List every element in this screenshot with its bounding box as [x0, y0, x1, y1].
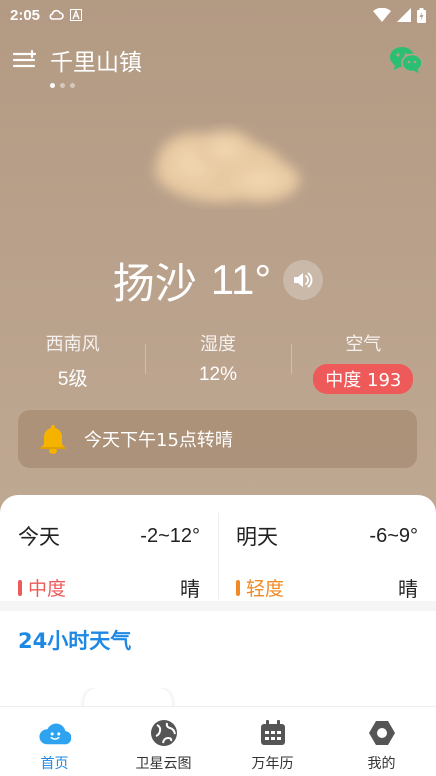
wind-stat: 西南风 5级 — [0, 330, 145, 394]
wechat-share-button[interactable] — [388, 42, 424, 78]
tab-label: 万年历 — [251, 756, 294, 772]
humidity-stat: 湿度 12% — [145, 330, 290, 394]
current-weather: 扬沙 11° — [0, 250, 436, 310]
air-quality-label: 空气 — [345, 334, 382, 355]
home-cloud-icon — [38, 717, 71, 749]
tab-label: 我的 — [367, 756, 396, 772]
status-bar: 2:05 — [0, 0, 436, 30]
now-hour-pill[interactable] — [84, 688, 172, 708]
voice-broadcast-button[interactable] — [283, 260, 324, 300]
day-name: 明天 — [236, 525, 278, 549]
globe-icon — [148, 717, 180, 749]
page-dot — [70, 83, 75, 88]
page-dot-active — [50, 83, 55, 88]
wechat-icon — [390, 47, 423, 73]
signal-icon — [397, 8, 411, 22]
humidity-value: 12% — [198, 364, 237, 385]
air-quality-level: 轻度 — [236, 574, 284, 601]
day-condition: 晴 — [398, 577, 418, 601]
wind-value: 5级 — [57, 369, 88, 390]
current-temperature: 11° — [210, 256, 272, 303]
tab-label: 首页 — [40, 756, 69, 772]
page-indicator — [50, 83, 75, 88]
wind-label: 西南风 — [45, 334, 100, 355]
hourly-section-title: 24小时天气 — [18, 629, 132, 653]
humidity-label: 湿度 — [199, 334, 236, 355]
air-quality-bar — [236, 579, 240, 596]
wifi-icon — [373, 8, 391, 22]
alert-text: 今天下午15点转晴 — [84, 430, 233, 451]
tab-label: 卫星云图 — [135, 756, 192, 772]
forecast-today[interactable]: 今天 -2~12° 中度 晴 — [0, 495, 218, 601]
bell-icon — [40, 425, 66, 454]
top-header: 千里山镇 — [0, 40, 436, 80]
tab-satellite[interactable]: 卫星云图 — [109, 707, 218, 776]
profile-hexagon-icon — [366, 717, 398, 749]
tab-calendar[interactable]: 万年历 — [218, 707, 327, 776]
temperature-range: -6~9° — [369, 524, 418, 547]
air-quality-stat[interactable]: 空气 中度 193 — [290, 330, 436, 394]
menu-add-icon — [13, 50, 37, 68]
font-notification-icon — [70, 9, 83, 21]
city-name[interactable]: 千里山镇 — [50, 43, 142, 77]
air-quality-text: 轻度 — [246, 578, 285, 600]
tab-profile[interactable]: 我的 — [327, 707, 436, 776]
day-condition: 晴 — [180, 577, 200, 601]
speaker-icon — [294, 272, 313, 288]
weather-alert-banner[interactable]: 今天下午15点转晴 — [18, 410, 417, 468]
air-quality-level: 中度 — [18, 574, 66, 601]
temperature-range: -2~12° — [140, 524, 200, 547]
battery-icon — [417, 7, 426, 23]
weather-stats: 西南风 5级 湿度 12% 空气 中度 193 — [0, 330, 436, 394]
air-quality-badge[interactable]: 中度 193 — [313, 364, 414, 394]
cloud-notification-icon — [49, 9, 64, 20]
bottom-tab-bar: 首页 卫星云图 万年历 我的 — [0, 706, 436, 776]
status-time: 2:05 — [10, 6, 41, 24]
calendar-icon — [257, 717, 289, 749]
hourly-strip[interactable] — [0, 688, 436, 708]
city-menu-button[interactable] — [12, 47, 38, 73]
air-quality-bar — [18, 579, 22, 596]
daily-forecast: 今天 -2~12° 中度 晴 明天 -6~9° 轻度 晴 — [0, 495, 436, 611]
air-quality-text: 中度 — [28, 578, 67, 600]
day-name: 今天 — [18, 525, 60, 549]
tab-home[interactable]: 首页 — [0, 707, 109, 776]
current-condition: 扬沙 — [112, 258, 197, 308]
page-dot — [60, 83, 65, 88]
sand-cloud-illustration — [155, 130, 300, 202]
forecast-tomorrow[interactable]: 明天 -6~9° 轻度 晴 — [218, 495, 436, 601]
